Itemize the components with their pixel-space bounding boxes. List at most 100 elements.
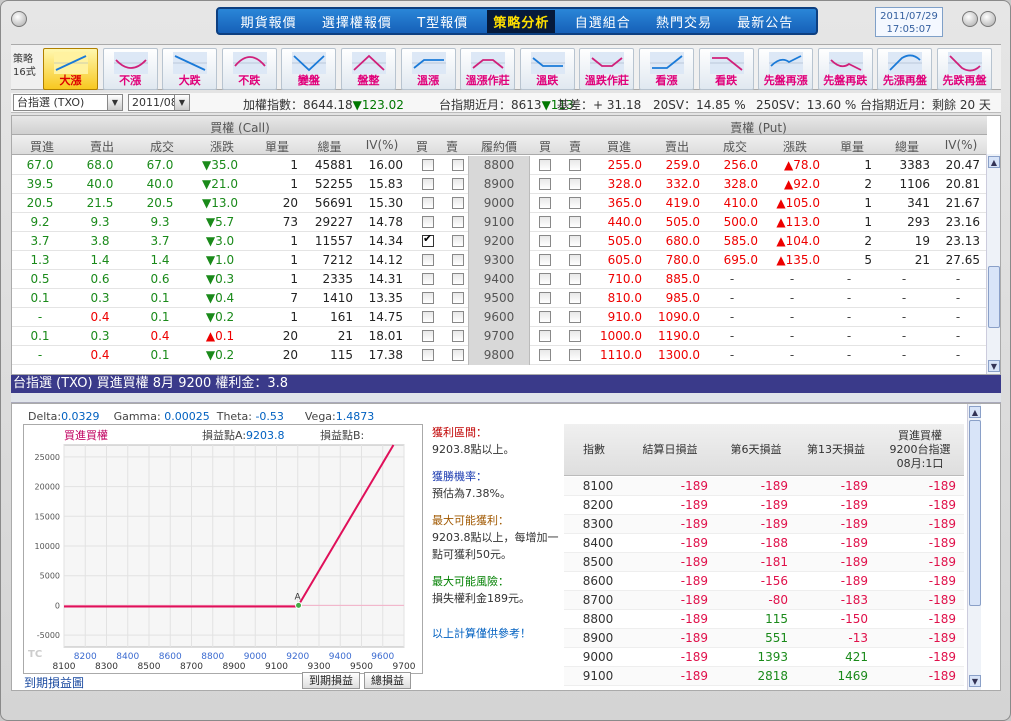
call-buy-checkbox[interactable] xyxy=(422,273,434,285)
scroll-thumb[interactable] xyxy=(969,420,981,606)
chain-row[interactable]: - 0.4 0.1 ▼0.2 20 115 17.38 9800 1110.0 1300.0 - - -… xyxy=(12,346,987,365)
chain-row[interactable]: 0.5 0.6 0.6 ▼0.3 1 2335 14.31 9400 710.0 885.0 - - -… xyxy=(12,270,987,289)
put-piv-cell: 23.13 xyxy=(945,234,980,248)
strategy-button-6[interactable]: 溫漲 xyxy=(400,48,456,90)
strategy-button-8[interactable]: 溫跌 xyxy=(519,48,575,90)
call-buy-checkbox[interactable] xyxy=(422,178,434,190)
call-buy-checkbox[interactable] xyxy=(422,159,434,171)
put-buy-checkbox[interactable] xyxy=(539,159,551,171)
scroll-down-icon[interactable]: ▼ xyxy=(988,360,1000,372)
put-sell-checkbox[interactable] xyxy=(569,197,581,209)
call-buy-checkbox[interactable] xyxy=(422,311,434,323)
put-sell-checkbox[interactable] xyxy=(569,349,581,361)
strategy-button-5[interactable]: 盤整 xyxy=(341,48,396,90)
close-button-icon[interactable] xyxy=(980,11,996,27)
chain-row[interactable]: 0.1 0.3 0.1 ▼0.4 7 1410 13.35 9500 810.0 985.0 - - -… xyxy=(12,289,987,308)
call-sell-checkbox[interactable] xyxy=(452,330,464,342)
call-buy-checkbox[interactable] xyxy=(422,232,434,247)
call-sell-checkbox[interactable] xyxy=(452,311,464,323)
put-sell-checkbox[interactable] xyxy=(569,292,581,304)
put-buy-checkbox[interactable] xyxy=(539,197,551,209)
call-sell-checkbox[interactable] xyxy=(452,159,464,171)
scroll-up-icon[interactable]: ▲ xyxy=(969,406,981,418)
call-sell-checkbox[interactable] xyxy=(452,216,464,228)
near-month-label: 台指期近月： xyxy=(439,98,512,112)
call-buy-checkbox[interactable] xyxy=(422,349,434,361)
tab-expiry-pl[interactable]: 到期損益 xyxy=(302,672,360,689)
call-sell-checkbox[interactable] xyxy=(452,349,464,361)
tab-total-pl[interactable]: 總損益 xyxy=(364,672,411,689)
put-buy-checkbox[interactable] xyxy=(539,178,551,190)
strategy-button-1[interactable]: 不漲 xyxy=(102,48,158,90)
month-select[interactable]: 2011/08 ▼ xyxy=(128,94,190,111)
put-sell-checkbox[interactable] xyxy=(569,273,581,285)
menu-item-4[interactable]: 自選組合 xyxy=(569,10,637,33)
scroll-up-icon[interactable]: ▲ xyxy=(988,156,1000,168)
put-sell-checkbox[interactable] xyxy=(569,330,581,342)
strategy-button-0[interactable]: 大漲 xyxy=(43,48,98,90)
strategy-button-14[interactable]: 先漲再盤 xyxy=(877,48,933,90)
product-select[interactable]: 台指選 (TXO) ▼ xyxy=(13,94,123,111)
scroll-thumb[interactable] xyxy=(988,266,1000,328)
call-sell-checkbox[interactable] xyxy=(452,292,464,304)
chain-row[interactable]: 3.7 3.8 3.7 ▼3.0 1 11557 14.34 9200 505.0 680.0 58… xyxy=(12,232,987,251)
put-buy-checkbox[interactable] xyxy=(539,254,551,266)
pl-scrollbar[interactable]: ▲ ▼ xyxy=(967,404,981,690)
menu-item-6[interactable]: 最新公告 xyxy=(731,10,799,33)
call-sell-checkbox[interactable] xyxy=(452,197,464,209)
call-sell-checkbox[interactable] xyxy=(452,178,464,190)
put-sell-checkbox[interactable] xyxy=(569,178,581,190)
chain-row[interactable]: 0.1 0.3 0.4 ▲0.1 20 21 18.01 9700 1000.0 1190.0 - -… xyxy=(12,327,987,346)
chain-row[interactable]: 1.3 1.4 1.4 ▼1.0 1 7212 14.12 9300 605.0 780.0 695… xyxy=(12,251,987,270)
chain-scrollbar[interactable]: ▲ ▼ xyxy=(986,154,1000,374)
call-buy-checkbox[interactable] xyxy=(422,330,434,342)
put-buy-checkbox[interactable] xyxy=(539,292,551,304)
put-buy-checkbox[interactable] xyxy=(539,311,551,323)
call-buy-checkbox[interactable] xyxy=(422,197,434,209)
minimize-button-icon[interactable] xyxy=(962,11,978,27)
call-sell-checkbox[interactable] xyxy=(452,235,464,247)
chain-row[interactable]: 20.5 21.5 20.5 ▼13.0 20 56691 15.30 9000 365.0 41… xyxy=(12,194,987,213)
put-buy-checkbox[interactable] xyxy=(539,349,551,361)
strategy-button-7[interactable]: 溫漲作莊 xyxy=(460,48,516,90)
x-tick-label-bottom: 8500 xyxy=(138,662,161,672)
put-sell-checkbox[interactable] xyxy=(569,216,581,228)
window-button-icon[interactable] xyxy=(11,11,27,27)
pl-cell: -189 xyxy=(680,650,708,664)
chain-row[interactable]: 39.5 40.0 40.0 ▼21.0 1 52255 15.83 8900 328.0 332… xyxy=(12,175,987,194)
put-sell-checkbox[interactable] xyxy=(569,254,581,266)
call-sell-checkbox[interactable] xyxy=(452,254,464,266)
scroll-down-icon[interactable]: ▼ xyxy=(969,675,981,687)
strategy-button-3[interactable]: 不跌 xyxy=(221,48,277,90)
call-cl-cell: 1.4 xyxy=(150,253,170,267)
put-buy-checkbox[interactable] xyxy=(539,216,551,228)
put-buy-checkbox[interactable] xyxy=(539,330,551,342)
strategy-button-10[interactable]: 看漲 xyxy=(639,48,694,90)
menu-item-5[interactable]: 熱門交易 xyxy=(650,10,718,33)
chain-row[interactable]: 67.0 68.0 67.0 ▼35.0 1 45881 16.00 8800 255.0 259… xyxy=(12,156,987,175)
panel-splitter[interactable] xyxy=(11,393,1001,403)
call-buy-checkbox[interactable] xyxy=(422,254,434,266)
put-buy-checkbox[interactable] xyxy=(539,235,551,247)
put-buy-checkbox[interactable] xyxy=(539,273,551,285)
chain-row[interactable]: - 0.4 0.1 ▼0.2 1 161 14.75 9600 910.0 1090.0 - - - - - xyxy=(12,308,987,327)
menu-item-2[interactable]: T型報價 xyxy=(411,10,474,33)
call-sell-checkbox[interactable] xyxy=(452,273,464,285)
strategy-button-4[interactable]: 變盤 xyxy=(281,48,337,90)
put-sell-checkbox[interactable] xyxy=(569,159,581,171)
strategy-button-11[interactable]: 看跌 xyxy=(698,48,754,90)
strategy-button-12[interactable]: 先盤再漲 xyxy=(758,48,814,90)
put-sell-checkbox[interactable] xyxy=(569,235,581,247)
menu-item-3[interactable]: 策略分析 xyxy=(487,9,556,33)
chain-row[interactable]: 9.2 9.3 9.3 ▼5.7 73 29227 14.78 9100 440.0 505.0 5… xyxy=(12,213,987,232)
strategy-button-9[interactable]: 溫跌作莊 xyxy=(579,48,635,90)
menu-item-1[interactable]: 選擇權報價 xyxy=(316,10,398,33)
menu-item-0[interactable]: 期貨報價 xyxy=(235,10,303,33)
call-cv-cell: 20 xyxy=(282,329,298,343)
call-buy-checkbox[interactable] xyxy=(422,216,434,228)
strategy-button-2[interactable]: 大跌 xyxy=(162,48,218,90)
put-sell-checkbox[interactable] xyxy=(569,311,581,323)
call-buy-checkbox[interactable] xyxy=(422,292,434,304)
strategy-button-15[interactable]: 先跌再盤 xyxy=(937,48,992,90)
strategy-button-13[interactable]: 先盤再跌 xyxy=(817,48,873,90)
